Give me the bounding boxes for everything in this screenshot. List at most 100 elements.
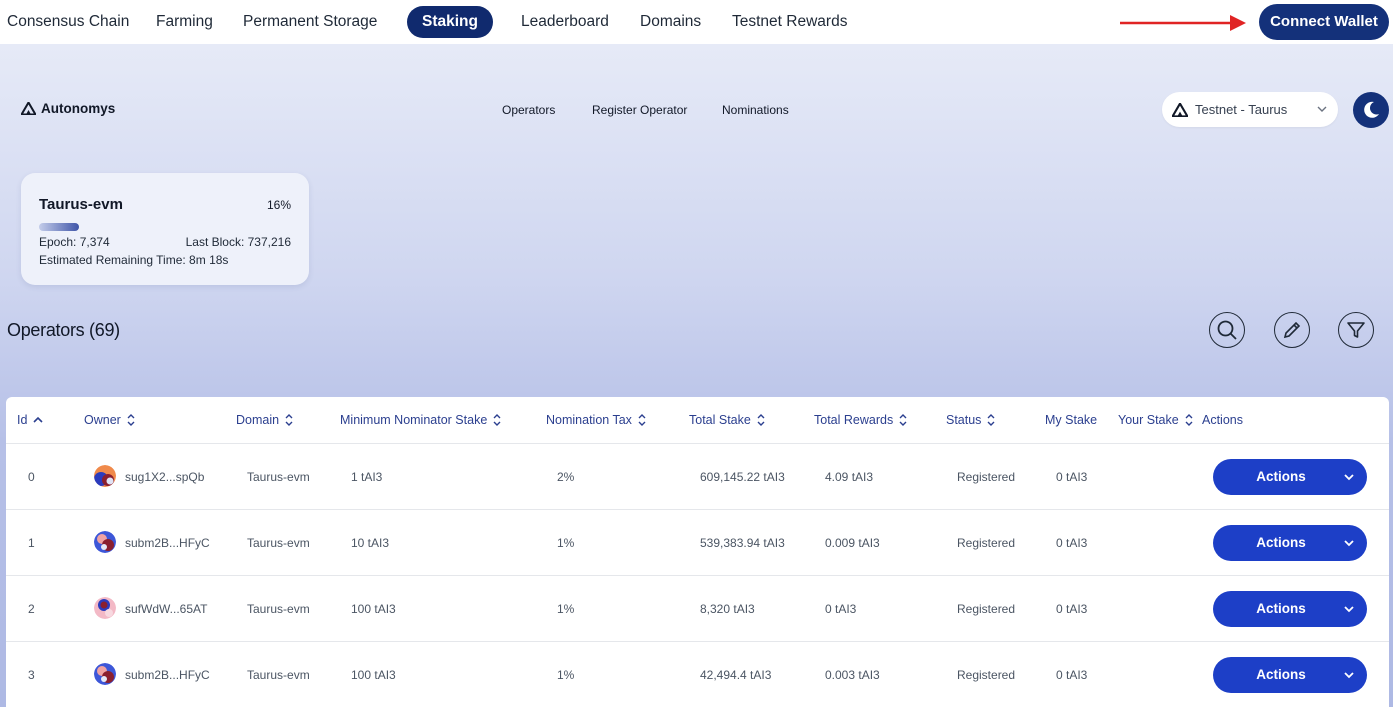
column-header-min-nominator-stake[interactable]: Minimum Nominator Stake — [340, 413, 502, 427]
cell-owner[interactable]: sufWdW...65AT — [125, 602, 207, 616]
cell-my-stake: 0 tAI3 — [1056, 470, 1088, 484]
cell-total-stake: 42,494.4 tAI3 — [700, 668, 772, 682]
actions-button-label: Actions — [1256, 601, 1306, 616]
column-header-owner[interactable]: Owner — [84, 413, 136, 427]
nav-farming[interactable]: Farming — [156, 6, 213, 38]
epoch-progress-percent: 16% — [266, 198, 291, 212]
chevron-down-icon — [1344, 540, 1354, 547]
filter-button[interactable] — [1338, 312, 1374, 348]
actions-dropdown-button[interactable]: Actions — [1213, 525, 1367, 561]
cell-total-rewards: 4.09 tAI3 — [825, 470, 874, 484]
network-selector[interactable]: Testnet - Taurus — [1162, 92, 1338, 127]
brand-logo[interactable]: Autonomys — [21, 101, 115, 116]
column-header-your-stake[interactable]: Your Stake — [1118, 413, 1194, 427]
network-selected-value: Testnet - Taurus — [1195, 102, 1288, 117]
cell-total-rewards: 0 tAI3 — [825, 602, 857, 616]
cell-status: Registered — [957, 536, 1016, 550]
chevron-down-icon — [1317, 106, 1327, 112]
cell-id: 1 — [28, 536, 35, 550]
pencil-icon — [1283, 321, 1301, 339]
search-button[interactable] — [1209, 312, 1245, 348]
cell-total-rewards: 0.009 tAI3 — [825, 536, 880, 550]
sort-icon — [757, 414, 765, 426]
nav-leaderboard[interactable]: Leaderboard — [521, 6, 609, 38]
column-header-total-stake[interactable]: Total Stake — [689, 413, 766, 427]
moon-icon — [1364, 101, 1379, 118]
cell-domain: Taurus-evm — [247, 536, 310, 550]
epoch-progress-bar — [39, 223, 79, 231]
actions-button-label: Actions — [1256, 535, 1306, 550]
autonomys-logo-icon — [21, 102, 36, 115]
sort-icon — [127, 414, 135, 426]
sort-icon — [987, 414, 995, 426]
cell-total-stake: 539,383.94 tAI3 — [700, 536, 785, 550]
owner-avatar-icon — [94, 465, 116, 487]
owner-avatar-icon — [94, 531, 116, 553]
cell-status: Registered — [957, 668, 1016, 682]
cell-min-stake: 1 tAI3 — [351, 470, 383, 484]
operators-table: Id Owner Domain Minimum Nominator Stake … — [6, 397, 1389, 707]
sort-icon — [899, 414, 907, 426]
sort-icon — [638, 414, 646, 426]
cell-my-stake: 0 tAI3 — [1056, 602, 1088, 616]
nav-permanent-storage[interactable]: Permanent Storage — [243, 6, 377, 38]
cell-owner[interactable]: subm2B...HFyC — [125, 536, 210, 550]
column-header-total-rewards[interactable]: Total Rewards — [814, 413, 908, 427]
operators-title: Operators (69) — [7, 320, 120, 340]
cell-nomination-tax: 1% — [557, 536, 575, 550]
cell-total-rewards: 0.003 tAI3 — [825, 668, 880, 682]
epoch-number: Epoch: 7,374 — [39, 235, 110, 249]
table-row: 2 sufWdW...65AT Taurus-evm 100 tAI3 1% 8… — [6, 576, 1389, 642]
subnav-nominations[interactable]: Nominations — [722, 103, 789, 117]
cell-id: 3 — [28, 668, 35, 682]
sort-ascending-icon — [33, 416, 44, 423]
cell-domain: Taurus-evm — [247, 470, 310, 484]
filter-icon — [1347, 322, 1365, 338]
nav-domains[interactable]: Domains — [640, 6, 701, 38]
owner-avatar-icon — [94, 597, 116, 619]
brand-name: Autonomys — [41, 101, 116, 116]
connect-wallet-button[interactable]: Connect Wallet — [1259, 4, 1389, 40]
column-header-id[interactable]: Id — [17, 413, 44, 427]
column-header-actions: Actions — [1202, 413, 1243, 427]
cell-total-stake: 8,320 tAI3 — [700, 602, 755, 616]
table-row: 0 sug1X2...spQb Taurus-evm 1 tAI3 2% 609… — [6, 444, 1389, 510]
subnav-operators[interactable]: Operators — [502, 103, 555, 117]
actions-dropdown-button[interactable]: Actions — [1213, 591, 1367, 627]
cell-min-stake: 100 tAI3 — [351, 602, 396, 616]
main-content: Autonomys Operators Register Operator No… — [0, 44, 1393, 707]
actions-dropdown-button[interactable]: Actions — [1213, 459, 1367, 495]
cell-owner[interactable]: sug1X2...spQb — [125, 470, 204, 484]
cell-min-stake: 100 tAI3 — [351, 668, 396, 682]
estimated-remaining-time: Estimated Remaining Time: 8m 18s — [39, 253, 229, 267]
top-navigation: Consensus Chain Farming Permanent Storag… — [0, 0, 1393, 44]
nav-consensus-chain[interactable]: Consensus Chain — [7, 6, 129, 38]
last-block: Last Block: 737,216 — [185, 235, 291, 249]
cell-id: 0 — [28, 470, 35, 484]
owner-avatar-icon — [94, 663, 116, 685]
cell-nomination-tax: 2% — [557, 470, 575, 484]
table-header: Id Owner Domain Minimum Nominator Stake … — [6, 397, 1389, 444]
cell-nomination-tax: 1% — [557, 668, 575, 682]
sort-icon — [285, 414, 293, 426]
sort-icon — [1185, 414, 1193, 426]
column-header-domain[interactable]: Domain — [236, 413, 294, 427]
actions-dropdown-button[interactable]: Actions — [1213, 657, 1367, 693]
actions-button-label: Actions — [1256, 469, 1306, 484]
chevron-down-icon — [1344, 672, 1354, 679]
autonomys-logo-icon — [1172, 102, 1188, 117]
chevron-down-icon — [1344, 474, 1354, 481]
sort-icon — [493, 414, 501, 426]
nav-staking[interactable]: Staking — [407, 6, 493, 38]
subnav-register-operator[interactable]: Register Operator — [592, 103, 687, 117]
table-row: 1 subm2B...HFyC Taurus-evm 10 tAI3 1% 53… — [6, 510, 1389, 576]
column-header-nomination-tax[interactable]: Nomination Tax — [546, 413, 647, 427]
column-header-status[interactable]: Status — [946, 413, 996, 427]
chevron-down-icon — [1344, 606, 1354, 613]
theme-toggle-button[interactable] — [1353, 92, 1389, 128]
cell-owner[interactable]: subm2B...HFyC — [125, 668, 210, 682]
edit-columns-button[interactable] — [1274, 312, 1310, 348]
cell-min-stake: 10 tAI3 — [351, 536, 390, 550]
nav-testnet-rewards[interactable]: Testnet Rewards — [732, 6, 847, 38]
cell-id: 2 — [28, 602, 35, 616]
